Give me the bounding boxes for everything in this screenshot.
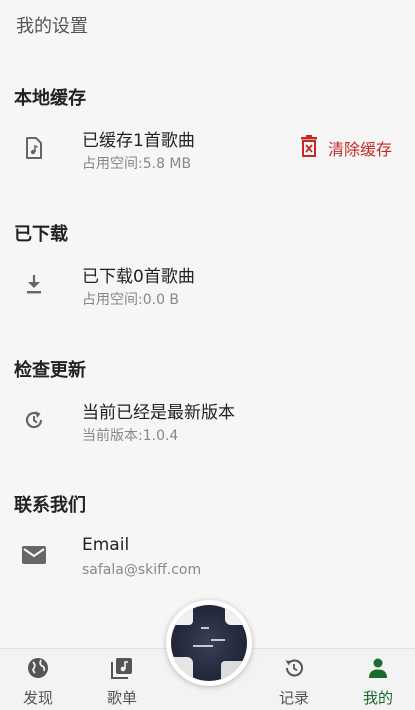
downloads-size-text: 占用空间:0.0 B [82, 292, 180, 308]
cache-size-text: 占用空间:5.8 MB [82, 156, 192, 172]
nav-item-discover[interactable]: 发现 [8, 657, 68, 708]
nav-item-history[interactable]: 记录 [264, 657, 324, 708]
update-status-title: 当前已经是最新版本 [82, 403, 235, 423]
globe-icon [27, 657, 49, 683]
person-icon [367, 657, 389, 683]
clear-cache-label: 清除缓存 [328, 140, 393, 159]
section-title-downloads: 已下载 [14, 224, 68, 245]
update-history-icon[interactable] [20, 406, 48, 434]
cache-status-title: 已缓存1首歌曲 [82, 131, 195, 151]
now-playing-disc-button[interactable] [166, 600, 252, 686]
clear-cache-button[interactable]: 清除缓存 [298, 134, 392, 162]
download-icon [20, 270, 48, 298]
page-title: 我的设置 [16, 16, 88, 37]
contact-email-title: Email [82, 535, 130, 555]
playlist-icon [111, 657, 133, 683]
trash-icon [298, 134, 320, 162]
app-version-text: 当前版本:1.0.4 [82, 428, 179, 444]
email-icon [20, 541, 48, 569]
album-art-puzzle [171, 605, 247, 681]
section-title-cache: 本地缓存 [14, 88, 86, 109]
nav-label-discover: 发现 [22, 689, 53, 707]
nav-label-me: 我的 [362, 689, 393, 707]
nav-item-playlist[interactable]: 歌单 [92, 657, 152, 708]
music-file-icon [20, 134, 48, 162]
nav-item-me[interactable]: 我的 [348, 657, 408, 708]
history-icon [283, 657, 305, 683]
nav-label-history: 记录 [278, 689, 309, 707]
downloads-status-title: 已下载0首歌曲 [82, 267, 195, 287]
section-title-update: 检查更新 [14, 360, 86, 381]
nav-label-playlist: 歌单 [106, 689, 137, 707]
contact-email-address[interactable]: safala@skiff.com [82, 562, 201, 578]
section-title-contact: 联系我们 [14, 495, 86, 516]
